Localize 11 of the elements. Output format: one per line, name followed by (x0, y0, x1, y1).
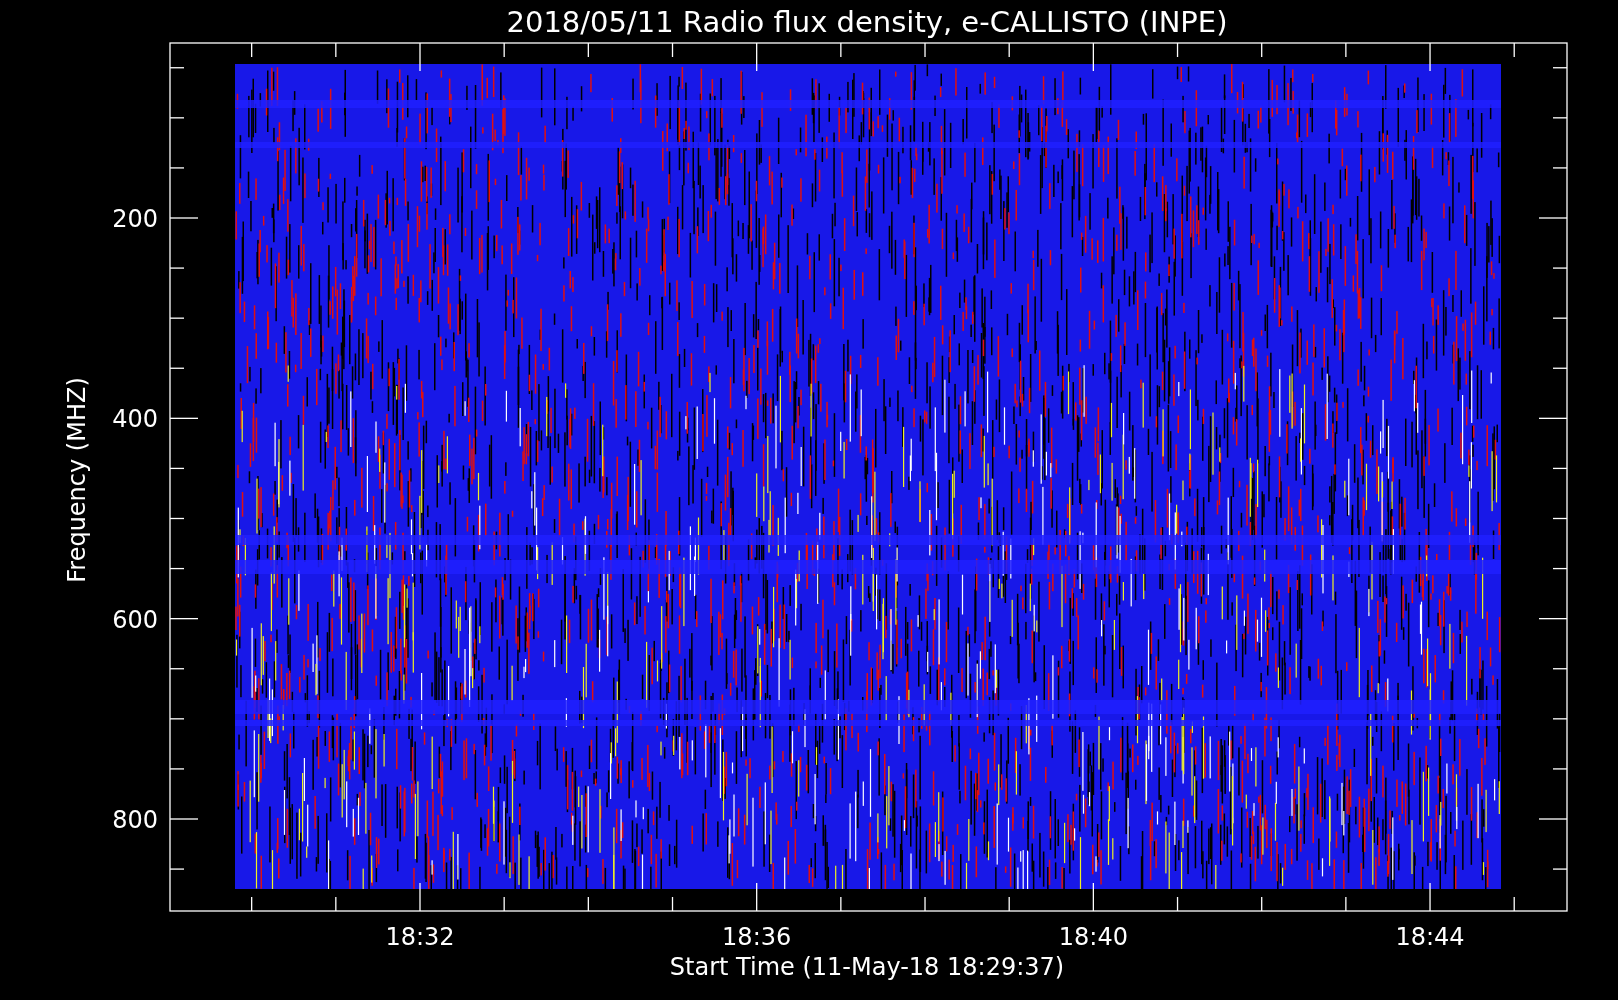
tick-label: 600 (112, 605, 158, 634)
tick-label: 18:32 (385, 923, 455, 951)
tick-label: 800 (112, 806, 158, 834)
tick-label: 200 (112, 205, 158, 233)
tick-label: 18:44 (1395, 923, 1465, 951)
axis-label: Start Time (11-May-18 18:29:37) (669, 953, 1065, 981)
tick-label: 18:40 (1058, 923, 1128, 951)
tick-label: 400 (112, 405, 158, 434)
axis-label: Frequency (MHZ) (63, 377, 91, 583)
chart-title: 2018/05/11 Radio flux density, e-CALLISTO (INPE) (506, 5, 1228, 39)
tick-label: 18:36 (722, 923, 792, 951)
